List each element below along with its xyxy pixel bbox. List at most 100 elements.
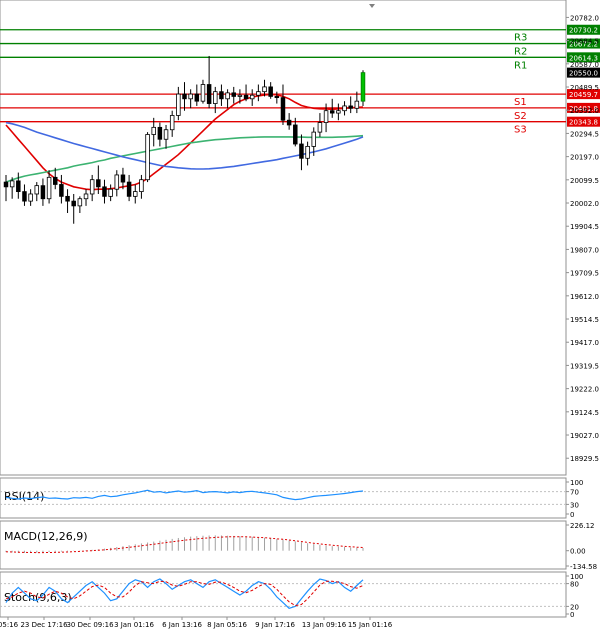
price-tick-label: 20002.0 xyxy=(570,200,599,208)
price-tick-label: 18929.5 xyxy=(570,455,599,463)
candle-body-bull xyxy=(342,105,347,112)
level-label-s2: S2 xyxy=(514,111,527,122)
tick-label: 226.12 xyxy=(570,522,595,530)
candle-body-bear xyxy=(52,176,58,185)
candle-body-bear xyxy=(268,86,273,97)
candle-body-bear xyxy=(59,184,64,197)
price-tick-label: 19514.5 xyxy=(570,316,599,324)
candle-body-bear xyxy=(348,105,353,109)
candle-body-bull xyxy=(237,94,243,97)
tick-label: -134.58 xyxy=(570,563,597,571)
tick-label: 0 xyxy=(570,511,574,519)
time-tick-label: 3 Jan 01:16 xyxy=(114,621,154,629)
candle-body-bear xyxy=(16,180,21,192)
candle-body-bear xyxy=(293,124,298,145)
candle-body-bull xyxy=(114,174,120,190)
candlestick xyxy=(145,132,150,183)
macd-title: MACD(12,26,9) xyxy=(4,530,88,543)
tick-label: 100 xyxy=(570,479,583,487)
candle-body-bull xyxy=(360,72,366,102)
price-tick-label: 20392.0 xyxy=(570,107,599,115)
candle-body-bear xyxy=(274,96,280,99)
candle-body-bull xyxy=(176,93,181,116)
price-tick-label: 19417.0 xyxy=(570,339,599,347)
candle-body-bear xyxy=(219,91,224,100)
price-panel-frame xyxy=(0,0,567,476)
candle-body-bull xyxy=(354,100,360,109)
level-label-r1: R1 xyxy=(514,60,527,71)
candle-body-bear xyxy=(22,191,27,202)
tick-label: 70 xyxy=(570,489,579,497)
candle-body-bear xyxy=(286,119,292,126)
candle-body-bear xyxy=(40,185,46,200)
price-tick-label: 19709.5 xyxy=(570,270,599,278)
candle-body-bull xyxy=(139,179,144,192)
candle-body-bull xyxy=(200,84,206,102)
price-tick-label: 19124.5 xyxy=(570,409,599,417)
price-tick-label: 20099.5 xyxy=(570,177,599,185)
price-tick-label: 20587.0 xyxy=(570,61,599,69)
candle-body-bull xyxy=(169,115,175,131)
candle-body-bear xyxy=(157,126,163,140)
time-tick-label: 23 Dec 17:16 xyxy=(20,621,68,629)
candle-body-bull xyxy=(336,110,341,114)
trading-chart: R320730.2R220672.2R120614.3S120459.7S220… xyxy=(0,0,600,633)
price-panel: R320730.2R220672.2R120614.3S120459.7S220… xyxy=(0,0,600,476)
level-price-label: 20730.2 xyxy=(569,27,598,35)
tick-label: 80 xyxy=(570,581,579,589)
time-tick-label: 9 Jan 17:16 xyxy=(255,621,295,629)
candle-body-bear xyxy=(280,97,286,121)
candle-body-bear xyxy=(206,84,212,104)
candle-body-bull xyxy=(311,131,317,147)
candle-body-bull xyxy=(28,193,33,202)
level-label-r2: R2 xyxy=(514,47,527,58)
time-tick-label: 6 Jan 13:16 xyxy=(162,621,202,629)
candle-body-bull xyxy=(108,188,113,197)
candle-body-bull xyxy=(249,94,255,100)
price-tick-label: 20294.5 xyxy=(570,130,599,138)
candle-body-bear xyxy=(299,143,304,159)
price-tick-label: 19027.0 xyxy=(570,432,599,440)
candle-body-bear xyxy=(194,93,200,102)
candle-body-bear xyxy=(126,181,132,197)
price-tick-label: 19222.0 xyxy=(570,386,599,394)
candle-body-bull xyxy=(89,179,95,195)
candle-body-bear xyxy=(231,92,236,97)
candle-body-bear xyxy=(182,93,187,100)
candle-body-bull xyxy=(225,92,230,100)
level-label-s3: S3 xyxy=(514,125,527,136)
candle-body-bull xyxy=(188,93,193,100)
tick-label: 0.00 xyxy=(570,548,586,556)
stoch-panel-frame xyxy=(0,571,567,618)
price-tick-label: 19612.0 xyxy=(570,293,599,301)
candle-body-bull xyxy=(305,145,310,159)
time-tick-label: 30 Dec 09:16 xyxy=(66,621,114,629)
level-label-r3: R3 xyxy=(514,33,527,44)
candle-body-bull xyxy=(256,91,261,96)
candle-body-bull xyxy=(163,129,169,140)
rsi-panel: RSI(14) 10070300 xyxy=(0,477,583,519)
candle-body-bear xyxy=(65,195,70,202)
current-price-label: 20550.0 xyxy=(569,70,598,78)
price-tick-label: 20197.0 xyxy=(570,154,599,162)
candlestick xyxy=(360,70,366,106)
level-price-label: 20343.8 xyxy=(569,119,598,127)
candle-body-bull xyxy=(83,193,89,200)
candle-body-bull xyxy=(133,191,138,197)
level-price-label: 20459.7 xyxy=(569,91,598,99)
candle-body-bull xyxy=(323,110,329,123)
time-tick-label: 15 Jan 01:16 xyxy=(348,621,393,629)
candle-body-bear xyxy=(71,200,76,207)
candle-body-bull xyxy=(46,176,52,200)
price-tick-label: 20489.5 xyxy=(570,84,599,92)
candle-body-bear xyxy=(243,94,249,100)
candle-body-bull xyxy=(317,122,323,133)
candle-body-bear xyxy=(329,110,335,114)
price-tick-label: 19807.0 xyxy=(570,246,599,254)
stoch-panel: Stoch(9,6,3) 10080200 xyxy=(0,571,583,619)
time-tick-label: 05:16 xyxy=(0,621,19,629)
candle-body-bear xyxy=(96,179,101,188)
price-tick-label: 19319.5 xyxy=(570,362,599,370)
candle-body-bull xyxy=(145,134,150,181)
tick-label: 30 xyxy=(570,501,579,509)
